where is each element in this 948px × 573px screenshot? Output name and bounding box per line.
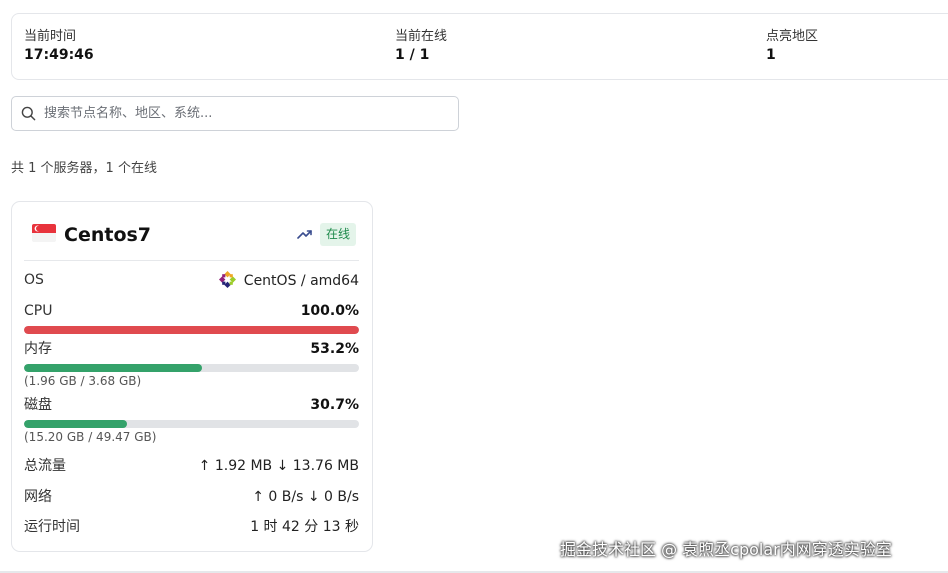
cpu-progress-fill [24, 326, 359, 334]
stat-label: 当前在线 [395, 29, 448, 44]
stat-value: 17:49:46 [24, 47, 94, 63]
stat-value: 1 / 1 [395, 47, 430, 63]
server-card[interactable]: Centos7 在线 OS CentOS / amd64 CPU 100.0% … [11, 201, 373, 552]
divider [24, 260, 359, 261]
memory-progress-fill [24, 364, 203, 372]
memory-label: 内存 [24, 341, 52, 357]
stats-bar: 当前时间 17:49:46 当前在线 1 / 1 点亮地区 1 [11, 13, 948, 80]
traffic-label: 总流量 [24, 458, 66, 474]
memory-row: 内存 53.2% [24, 340, 359, 358]
os-value-wrap: CentOS / amd64 [218, 271, 359, 290]
disk-label: 磁盘 [24, 397, 52, 413]
stat-label: 点亮地区 [766, 29, 819, 44]
cpu-progress-bar [24, 326, 359, 334]
disk-value: 30.7% [310, 397, 359, 413]
trending-up-icon[interactable] [297, 228, 313, 240]
disk-progress-fill [24, 420, 127, 428]
stat-online: 当前在线 1 / 1 [395, 28, 447, 64]
cpu-label: CPU [24, 303, 53, 319]
cpu-value: 100.0% [300, 303, 359, 319]
server-name: Centos7 [64, 224, 152, 246]
disk-progress-bar [24, 420, 359, 428]
uptime-label: 运行时间 [24, 519, 80, 535]
stat-label: 当前时间 [24, 29, 77, 44]
uptime-value: 1 时 42 分 13 秒 [250, 519, 359, 535]
centos-logo-icon [218, 271, 236, 288]
os-row: OS CentOS / amd64 [24, 271, 359, 289]
search-input[interactable] [44, 97, 449, 130]
singapore-flag-icon [32, 224, 56, 242]
stat-current-time: 当前时间 17:49:46 [24, 28, 94, 64]
stat-regions: 点亮地区 1 [766, 28, 818, 64]
uptime-row: 运行时间 1 时 42 分 13 秒 [24, 518, 359, 536]
os-label: OS [24, 272, 44, 288]
traffic-row: 总流量 ↑ 1.92 MB ↓ 13.76 MB [24, 457, 359, 475]
traffic-value: ↑ 1.92 MB ↓ 13.76 MB [198, 458, 359, 474]
cpu-row: CPU 100.0% [24, 302, 359, 320]
stat-value: 1 [766, 47, 776, 63]
search-icon [21, 106, 36, 121]
watermark: 掘金技术社区 @ 袁煦丞cpolar内网穿透实验室 [560, 540, 892, 559]
network-row: 网络 ↑ 0 B/s ↓ 0 B/s [24, 488, 359, 506]
disk-row: 磁盘 30.7% [24, 396, 359, 414]
network-value: ↑ 0 B/s ↓ 0 B/s [252, 489, 359, 505]
os-value: CentOS / amd64 [243, 273, 359, 289]
dashboard: 当前时间 17:49:46 当前在线 1 / 1 点亮地区 1 共 1 个服务器… [0, 0, 948, 573]
status-badge: 在线 [320, 223, 357, 246]
memory-detail: (1.96 GB / 3.68 GB) [24, 374, 142, 388]
server-count-summary: 共 1 个服务器，1 个在线 [11, 161, 157, 176]
memory-progress-bar [24, 364, 359, 372]
memory-value: 53.2% [310, 341, 359, 357]
search-box[interactable] [11, 96, 459, 131]
network-label: 网络 [24, 489, 52, 505]
disk-detail: (15.20 GB / 49.47 GB) [24, 430, 157, 444]
